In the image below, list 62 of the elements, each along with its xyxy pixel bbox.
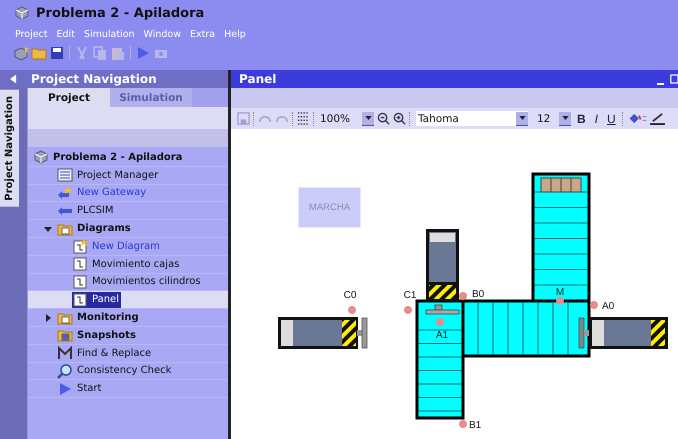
format-button[interactable]: U [604, 112, 619, 126]
tree-item[interactable]: Monitoring [28, 309, 228, 327]
caret-icon[interactable] [364, 116, 372, 120]
magnifier-icon [57, 362, 73, 379]
sensor-dot [459, 420, 467, 428]
caret-icon[interactable] [518, 116, 526, 120]
find-icon [57, 345, 73, 362]
diagram-icon [72, 256, 88, 272]
tree-item[interactable]: Diagrams [28, 220, 228, 238]
tree-item[interactable]: Start [28, 380, 228, 398]
sensor-label: A0 [602, 301, 614, 312]
diagram-icon [72, 238, 88, 254]
sensor-label: B1 [469, 420, 482, 431]
tree-item[interactable]: New Diagram [28, 238, 228, 256]
diagram-icon [72, 292, 88, 308]
expanded-arrow-icon[interactable] [44, 224, 52, 233]
sensor-label: C1 [404, 290, 416, 301]
tree-item[interactable]: Consistency Check [28, 362, 228, 380]
sensor-label: M [556, 287, 564, 298]
panel-title: Panel [239, 72, 276, 86]
tree-item[interactable]: Find & Replace [28, 344, 228, 363]
tree-item[interactable]: Project Manager [28, 166, 228, 185]
tree-item[interactable]: Snapshots [28, 326, 228, 345]
gateway-icon [57, 184, 73, 201]
pen-icon[interactable] [650, 112, 665, 125]
sensor-dot [556, 297, 564, 305]
sensor-label: B0 [472, 289, 484, 300]
restore-icon[interactable] [670, 73, 678, 85]
window-title: Problema 2 - Apiladora [36, 6, 204, 20]
play-icon [57, 380, 73, 397]
diagram-icon [72, 274, 88, 290]
format-button[interactable]: B [574, 112, 589, 126]
wizard-icon[interactable] [13, 44, 29, 60]
cube-icon [33, 149, 49, 166]
sensor-label: C0 [344, 290, 356, 301]
cube-icon [14, 5, 30, 21]
sensor-dot [436, 318, 444, 326]
sensor-dot [348, 306, 356, 314]
font-size-dropdown[interactable]: 12 [535, 111, 571, 126]
tree-item[interactable]: New Gateway [28, 184, 228, 202]
font-dropdown[interactable]: Tahoma [416, 111, 528, 126]
tab[interactable]: Project [28, 88, 110, 107]
tree-item[interactable]: Problema 2 - Apiladora [28, 149, 228, 167]
side-tab[interactable]: Project Navigation [0, 90, 19, 207]
collapse-arrow-icon[interactable] [10, 74, 17, 84]
format-button[interactable]: I [592, 112, 602, 126]
sensor-dot [590, 301, 598, 309]
tree-item[interactable]: Panel [28, 291, 228, 310]
save-icon[interactable] [49, 44, 65, 60]
caret-icon[interactable] [562, 116, 568, 120]
zoom-dropdown[interactable]: 100% [318, 111, 374, 126]
sensor-dot [459, 292, 467, 300]
collapsed-arrow-icon[interactable] [44, 314, 52, 322]
tree-item[interactable]: Movimiento cajas [28, 256, 228, 274]
sensor-dot [404, 306, 412, 314]
zoom-out-icon[interactable] [377, 112, 390, 125]
panel-title: Project Navigation [31, 72, 157, 86]
tree-item[interactable]: PLCSIM [28, 202, 228, 220]
sensor-label: A1 [436, 330, 448, 341]
list-icon [57, 167, 73, 184]
grid-icon[interactable] [297, 112, 310, 125]
zoom-in-icon[interactable] [393, 112, 406, 125]
